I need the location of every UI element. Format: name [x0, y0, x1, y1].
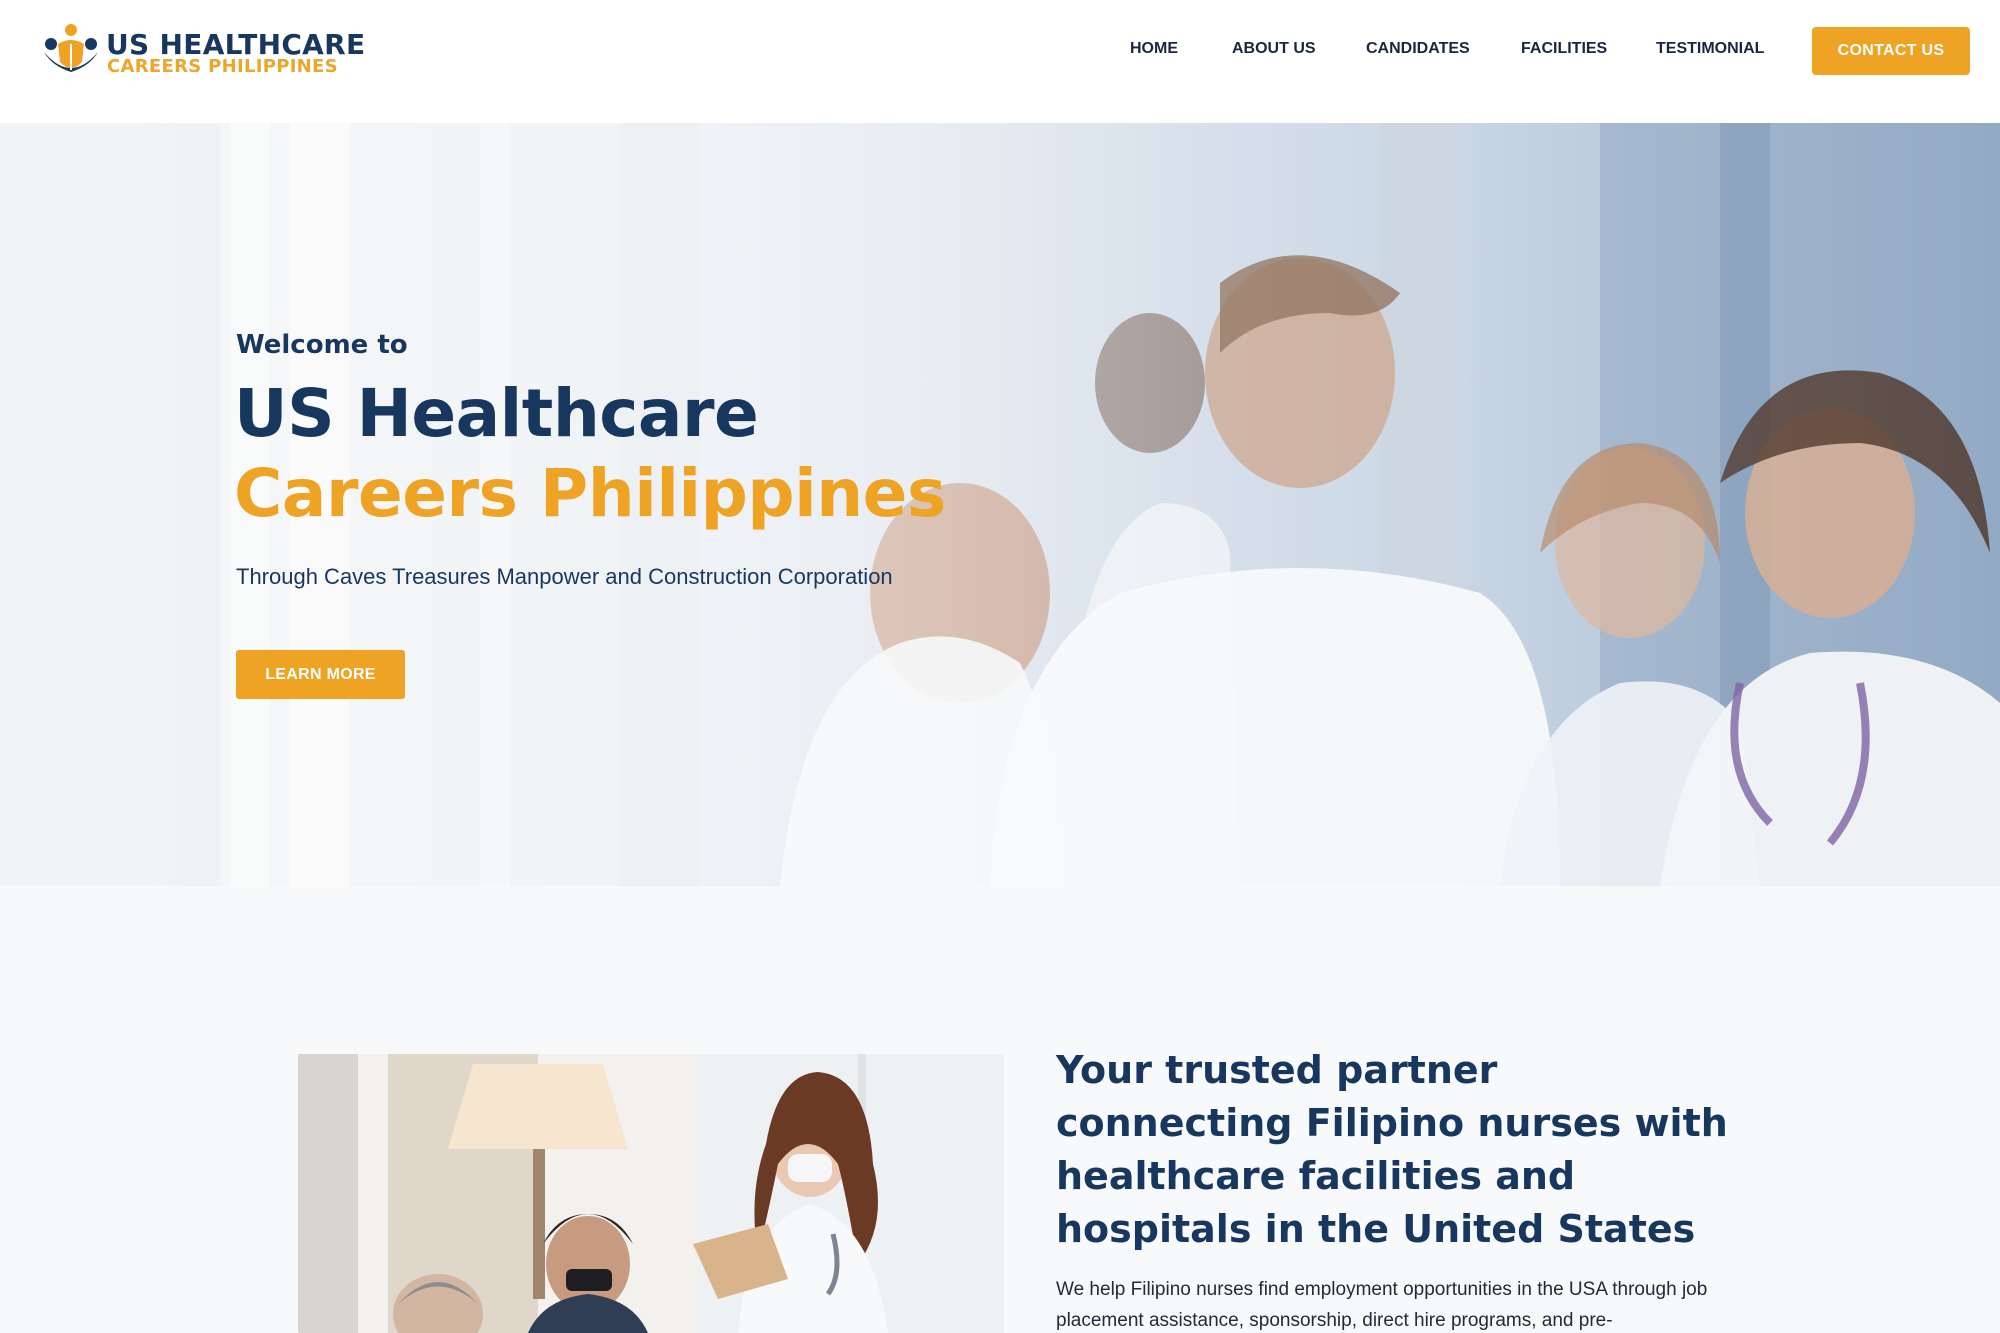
learn-more-button[interactable]: LEARN MORE	[236, 650, 405, 699]
about-section: Your trusted partner connecting Filipino…	[0, 886, 2000, 1333]
hero-subtitle: Through Caves Treasures Manpower and Con…	[236, 564, 893, 589]
contact-us-button[interactable]: CONTACT US	[1812, 27, 1970, 75]
partner-heading: Your trusted partner connecting Filipino…	[1056, 1048, 1728, 1251]
hero-section: Welcome to US Healthcare Careers Philipp…	[0, 123, 2000, 886]
nurse-patient-photo	[298, 1054, 1004, 1333]
nav-testimonial[interactable]: TESTIMONIAL	[1656, 40, 1764, 62]
nurse-patient-image	[298, 1054, 1004, 1333]
nav-about-us[interactable]: ABOUT US	[1232, 40, 1316, 62]
nav-facilities[interactable]: FACILITIES	[1521, 40, 1607, 62]
site-logo[interactable]: US HEALTHCARE CAREERS PHILIPPINES	[40, 20, 365, 80]
nav-home[interactable]: HOME	[1130, 40, 1178, 62]
hero-welcome: Welcome to	[236, 330, 408, 360]
hero-title-line2: Careers Philippines	[234, 455, 946, 532]
logo-people-icon	[44, 24, 98, 72]
nav-candidates[interactable]: CANDIDATES	[1366, 40, 1470, 62]
partner-description: We help Filipino nurses find employment …	[1056, 1279, 1708, 1331]
site-header: US HEALTHCARE CAREERS PHILIPPINES HOME A…	[0, 0, 2000, 123]
hero-title-line1: US Healthcare	[234, 375, 759, 452]
logo-subtitle: CAREERS PHILIPPINES	[107, 56, 338, 77]
